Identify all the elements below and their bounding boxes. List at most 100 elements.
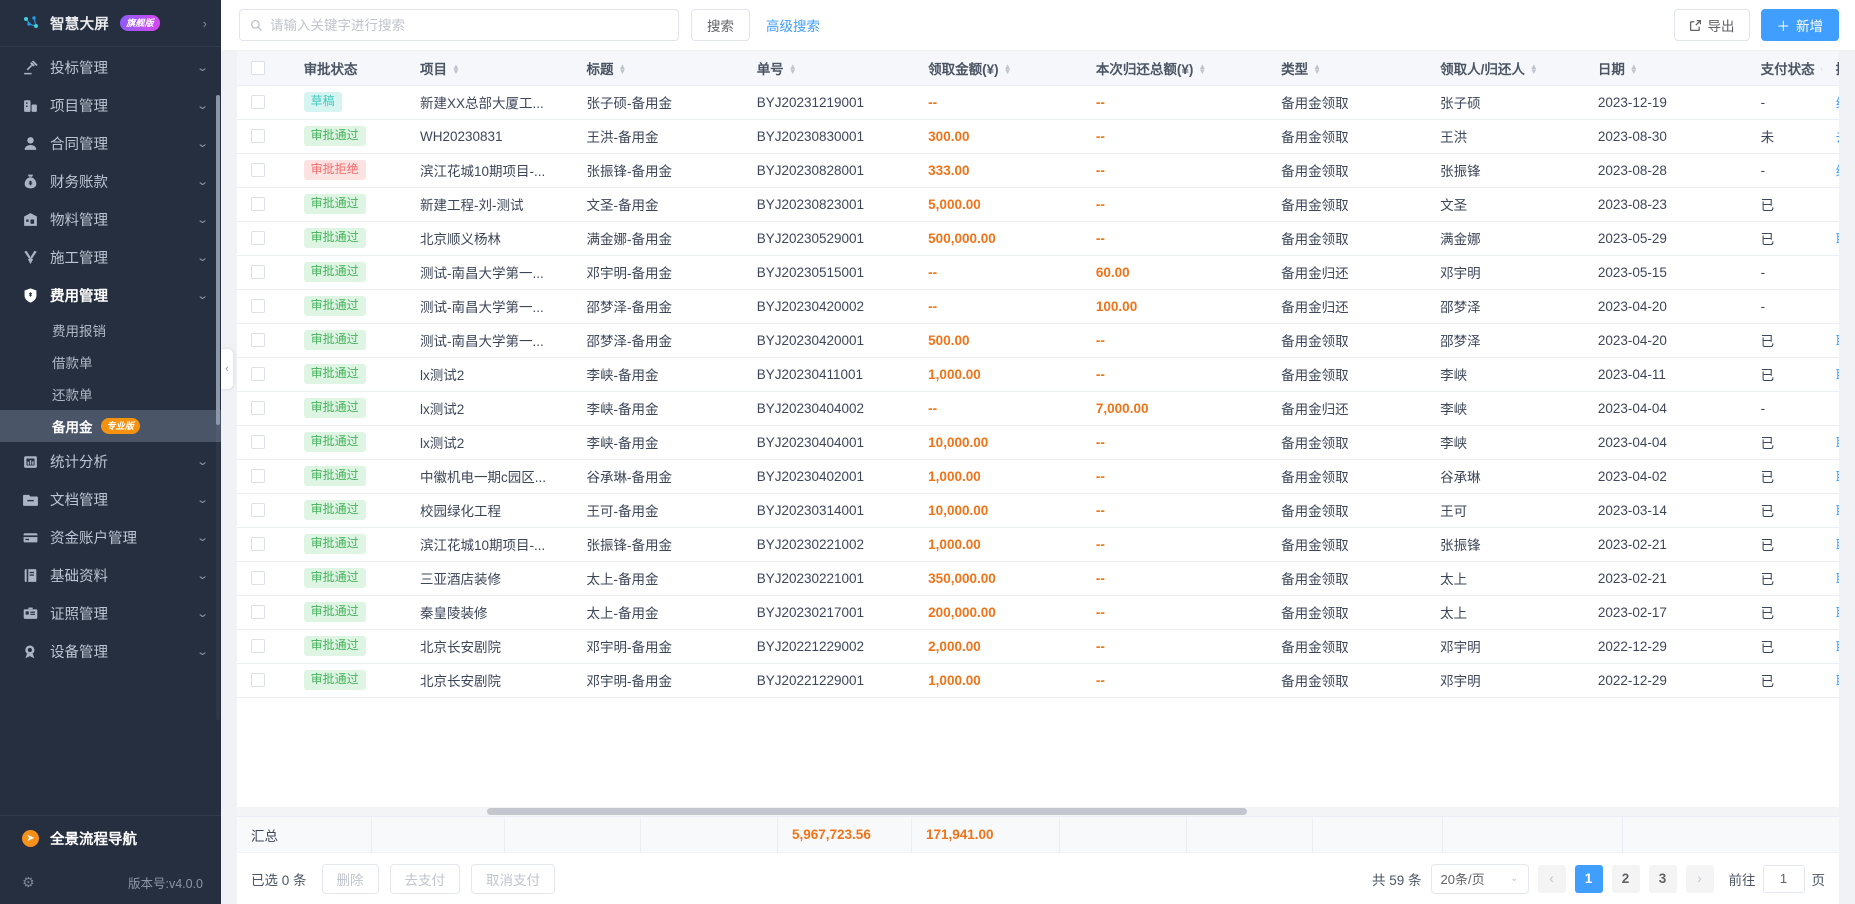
page-size-select[interactable]: 20条/页 ⌄: [1431, 864, 1529, 894]
column-header-title[interactable]: 标题▲▼: [572, 51, 742, 85]
sort-icon[interactable]: ▲▼: [1530, 65, 1538, 75]
sidebar-subitem-petty-cash[interactable]: 备用金 专业版: [0, 410, 221, 442]
action-取消支付[interactable]: 取消支付: [1836, 334, 1839, 349]
action-取消支付[interactable]: 取消支付: [1836, 436, 1839, 451]
action-取消支付[interactable]: 取消支付: [1836, 572, 1839, 587]
column-header-project[interactable]: 项目▲▼: [406, 51, 572, 85]
action-取消支付[interactable]: 取消支付: [1836, 538, 1839, 553]
sidebar-subitem-repayment[interactable]: 还款单: [0, 378, 221, 410]
sidebar-item-document[interactable]: 文档管理 ⌄: [0, 480, 221, 518]
page-button-3[interactable]: 3: [1649, 865, 1677, 893]
sidebar-subitem-reimbursement[interactable]: 费用报销: [0, 314, 221, 346]
row-checkbox[interactable]: [251, 401, 265, 415]
search-input[interactable]: [270, 18, 668, 33]
search-box[interactable]: [239, 9, 679, 41]
prev-page-button[interactable]: ‹: [1538, 865, 1566, 893]
sidebar-item-project[interactable]: 项目管理 ⌄: [0, 86, 221, 124]
sidebar-item-statistics[interactable]: 统计分析 ⌄: [0, 442, 221, 480]
sidebar-item-finance[interactable]: 财务账款 ⌄: [0, 162, 221, 200]
sort-icon[interactable]: ▲▼: [1004, 65, 1012, 75]
sidebar-item-expense[interactable]: 费用管理 ⌄: [0, 276, 221, 314]
table-row[interactable]: 审批通过校园绿化工程王可-备用金BYJ2023031400110,000.00-…: [237, 493, 1839, 527]
table-row[interactable]: 审批通过测试-南昌大学第一...邓宇明-备用金BYJ20230515001--6…: [237, 255, 1839, 289]
next-page-button[interactable]: ›: [1686, 865, 1714, 893]
action-去支付[interactable]: 去支付: [1836, 130, 1839, 145]
sort-icon[interactable]: ▲▼: [452, 65, 460, 75]
export-button[interactable]: 导出: [1674, 9, 1750, 41]
column-header-type[interactable]: 类型▲▼: [1267, 51, 1426, 85]
table-row[interactable]: 审批通过测试-南昌大学第一...邵梦泽-备用金BYJ20230420002--1…: [237, 289, 1839, 323]
action-编辑[interactable]: 编辑: [1836, 164, 1839, 179]
action-编辑[interactable]: 编辑: [1836, 96, 1839, 111]
table-row[interactable]: 审批通过秦皇陵装修太上-备用金BYJ20230217001200,000.00-…: [237, 595, 1839, 629]
row-checkbox[interactable]: [251, 197, 265, 211]
sidebar-item-construction[interactable]: 施工管理 ⌄: [0, 238, 221, 276]
table-row[interactable]: 审批通过北京长安剧院邓宇明-备用金BYJ202212290022,000.00-…: [237, 629, 1839, 663]
search-button[interactable]: 搜索: [691, 9, 750, 41]
jump-input[interactable]: [1763, 865, 1805, 893]
table-row[interactable]: 审批通过北京顺义杨林满金娜-备用金BYJ20230529001500,000.0…: [237, 221, 1839, 255]
column-header-person[interactable]: 领取人/归还人▲▼: [1426, 51, 1584, 85]
page-button-1[interactable]: 1: [1575, 865, 1603, 893]
action-取消支付[interactable]: 取消支付: [1836, 232, 1839, 247]
sidebar-item-license[interactable]: 证照管理 ⌄: [0, 594, 221, 632]
row-checkbox[interactable]: [251, 265, 265, 279]
page-button-2[interactable]: 2: [1612, 865, 1640, 893]
row-checkbox[interactable]: [251, 367, 265, 381]
row-checkbox[interactable]: [251, 537, 265, 551]
gear-icon[interactable]: ⚙: [22, 874, 35, 891]
sidebar-item-bidding[interactable]: 投标管理 ⌄: [0, 48, 221, 86]
column-header-date[interactable]: 日期▲▼: [1584, 51, 1747, 85]
table-row[interactable]: 审批通过测试-南昌大学第一...邵梦泽-备用金BYJ20230420001500…: [237, 323, 1839, 357]
pay-button[interactable]: 去支付: [390, 864, 461, 894]
row-checkbox[interactable]: [251, 299, 265, 313]
row-checkbox[interactable]: [251, 333, 265, 347]
sort-icon[interactable]: ▲▼: [1630, 65, 1638, 75]
column-header-paystat[interactable]: 支付状态▲▼: [1747, 51, 1822, 85]
row-checkbox[interactable]: [251, 163, 265, 177]
row-checkbox[interactable]: [251, 571, 265, 585]
column-header-repay[interactable]: 本次归还总额(¥)▲▼: [1082, 51, 1267, 85]
row-checkbox[interactable]: [251, 435, 265, 449]
table-row[interactable]: 审批通过lx测试2李峡-备用金BYJ20230404002--7,000.00备…: [237, 391, 1839, 425]
row-checkbox[interactable]: [251, 673, 265, 687]
cancel-pay-button[interactable]: 取消支付: [471, 864, 555, 894]
sort-icon[interactable]: ▲▼: [1313, 65, 1321, 75]
sidebar-item-flow-navigation[interactable]: ➤ 全景流程导航: [0, 816, 221, 860]
sidebar-item-equipment[interactable]: 设备管理 ⌄: [0, 632, 221, 670]
table-row[interactable]: 审批通过lx测试2李峡-备用金BYJ2023040400110,000.00--…: [237, 425, 1839, 459]
sort-icon[interactable]: ▲▼: [789, 65, 797, 75]
table-row[interactable]: 审批通过滨江花城10期项目-...张振锋-备用金BYJ202302210021,…: [237, 527, 1839, 561]
table-row[interactable]: 审批通过lx测试2李峡-备用金BYJ202304110011,000.00--备…: [237, 357, 1839, 391]
row-checkbox[interactable]: [251, 639, 265, 653]
sidebar-scrollbar-thumb[interactable]: [216, 95, 220, 425]
sort-icon[interactable]: ▲▼: [618, 65, 626, 75]
sidebar-version-row[interactable]: ⚙ 版本号:v4.0.0: [0, 860, 221, 904]
row-checkbox[interactable]: [251, 605, 265, 619]
row-checkbox[interactable]: [251, 231, 265, 245]
table-row[interactable]: 审批拒绝滨江花城10期项目-...张振锋-备用金BYJ2023082800133…: [237, 153, 1839, 187]
action-取消支付[interactable]: 取消支付: [1836, 674, 1839, 689]
add-button[interactable]: ＋ 新增: [1761, 9, 1840, 41]
sidebar-brand[interactable]: 智慧大屏 旗舰版 ›: [0, 0, 221, 47]
column-header-no[interactable]: 单号▲▼: [743, 51, 914, 85]
sidebar-item-basic-data[interactable]: 基础资料 ⌄: [0, 556, 221, 594]
row-checkbox[interactable]: [251, 95, 265, 109]
action-取消支付[interactable]: 取消支付: [1836, 640, 1839, 655]
sort-icon[interactable]: ▲▼: [1198, 65, 1206, 75]
table-row[interactable]: 审批通过WH20230831王洪-备用金BYJ20230830001300.00…: [237, 119, 1839, 153]
table-horizontal-scrollbar[interactable]: [237, 807, 1839, 816]
sidebar-item-contract[interactable]: 合同管理 ⌄: [0, 124, 221, 162]
row-checkbox[interactable]: [251, 129, 265, 143]
sidebar-item-fund-account[interactable]: 资金账户管理 ⌄: [0, 518, 221, 556]
table-row[interactable]: 审批通过新建工程-刘-测试文圣-备用金BYJ202308230015,000.0…: [237, 187, 1839, 221]
table-scroll-area[interactable]: 审批状态项目▲▼标题▲▼单号▲▼领取金额(¥)▲▼本次归还总额(¥)▲▼类型▲▼…: [237, 51, 1839, 816]
table-row[interactable]: 草稿新建XX总部大厦工...张子硕-备用金BYJ20231219001----备…: [237, 85, 1839, 119]
advanced-search-link[interactable]: 高级搜索: [766, 15, 820, 35]
sidebar-item-material[interactable]: 物料管理 ⌄: [0, 200, 221, 238]
sidebar-subitem-loan[interactable]: 借款单: [0, 346, 221, 378]
column-header-amount[interactable]: 领取金额(¥)▲▼: [914, 51, 1082, 85]
table-row[interactable]: 审批通过北京长安剧院邓宇明-备用金BYJ202212290011,000.00-…: [237, 663, 1839, 697]
row-checkbox[interactable]: [251, 503, 265, 517]
sidebar-collapse-handle[interactable]: ‹: [221, 348, 234, 390]
